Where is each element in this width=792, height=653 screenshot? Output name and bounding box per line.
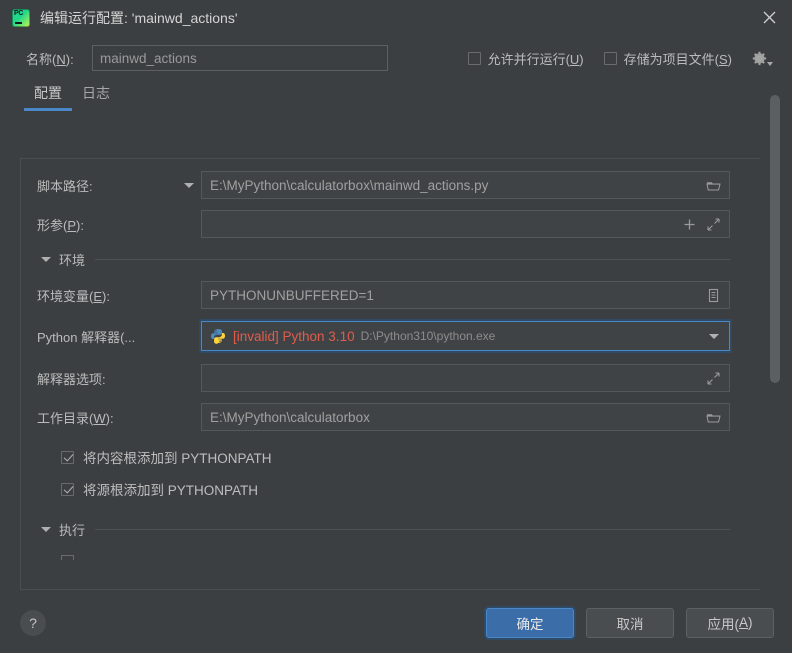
chevron-down-icon[interactable] [705, 327, 723, 345]
add-content-roots-checkbox[interactable]: 将内容根添加到 PYTHONPATH [61, 447, 730, 467]
window-title: 编辑运行配置: 'mainwd_actions' [40, 9, 238, 26]
store-as-project-file-checkbox[interactable]: 存储为项目文件(S) [603, 49, 732, 68]
env-variables-field[interactable]: PYTHONUNBUFFERED=1 [201, 281, 730, 309]
parameters-label: 形参(P): [37, 217, 84, 233]
title-bar: 编辑运行配置: 'mainwd_actions' [0, 0, 792, 35]
interpreter-options-row: 解释器选项: [37, 364, 730, 392]
add-content-roots-label: 将内容根添加到 PYTHONPATH [83, 451, 272, 466]
chevron-down-icon[interactable] [177, 182, 201, 188]
gear-icon[interactable] [752, 49, 773, 67]
section-divider [95, 258, 730, 260]
env-variables-value: PYTHONUNBUFFERED=1 [210, 287, 374, 303]
execution-section-label: 执行 [59, 522, 86, 538]
help-button[interactable]: ? [20, 609, 46, 636]
configuration-panel: 脚本路径: E:\MyPython\calculatorbox\mainwd_a… [20, 158, 760, 590]
checkbox-box [61, 482, 74, 496]
name-label: 名称(N): [26, 51, 74, 67]
close-icon[interactable] [746, 0, 792, 35]
expand-icon[interactable] [704, 369, 722, 387]
chevron-down-icon[interactable] [37, 256, 59, 262]
script-path-row: 脚本路径: E:\MyPython\calculatorbox\mainwd_a… [37, 171, 730, 199]
working-directory-field[interactable]: E:\MyPython\calculatorbox [201, 403, 730, 431]
interpreter-status: [invalid] Python 3.10 [233, 328, 355, 344]
interpreter-combobox[interactable]: [invalid] Python 3.10 D:\Python310\pytho… [201, 321, 730, 351]
script-path-label: 脚本路径: [37, 178, 93, 194]
list-edit-icon[interactable] [704, 286, 722, 304]
apply-button[interactable]: 应用(A) [686, 607, 774, 638]
parameters-row: 形参(P): [37, 210, 730, 238]
ok-button[interactable]: 确定 [486, 607, 574, 638]
execution-section-header[interactable]: 执行 [37, 519, 730, 539]
checkbox-box [61, 450, 74, 464]
add-source-roots-label: 将源根添加到 PYTHONPATH [83, 483, 259, 498]
allow-parallel-run-checkbox[interactable]: 允许并行运行(U) [467, 49, 584, 68]
cancel-button[interactable]: 取消 [586, 607, 674, 638]
script-path-field[interactable]: E:\MyPython\calculatorbox\mainwd_actions… [201, 171, 730, 199]
allow-parallel-run-label: 允许并行运行(U) [487, 51, 584, 67]
interpreter-label: Python 解释器(... [37, 329, 136, 345]
working-directory-value: E:\MyPython\calculatorbox [210, 409, 370, 425]
checkbox-box [467, 51, 481, 65]
expand-icon[interactable] [704, 215, 722, 233]
dialog-footer: ? 确定 取消 应用(A) [0, 592, 792, 653]
interpreter-row: Python 解释器(... [invalid] Python 3.10 D:\… [37, 320, 730, 352]
environment-section-label: 环境 [59, 252, 86, 268]
plus-icon[interactable] [680, 215, 698, 233]
footer-buttons: 确定 取消 应用(A) [486, 607, 774, 638]
script-path-value: E:\MyPython\calculatorbox\mainwd_actions… [210, 177, 489, 193]
parameters-field[interactable] [201, 210, 730, 238]
store-as-project-file-label: 存储为项目文件(S) [623, 51, 732, 67]
env-variables-row: 环境变量(E): PYTHONUNBUFFERED=1 [37, 281, 730, 309]
pycharm-icon [12, 8, 30, 27]
folder-icon[interactable] [704, 176, 722, 194]
interpreter-options-field[interactable] [201, 364, 730, 392]
interpreter-options-label: 解释器选项: [37, 371, 106, 387]
env-variables-label: 环境变量(E): [37, 288, 110, 304]
vertical-scrollbar[interactable] [770, 90, 780, 590]
python-icon [210, 328, 226, 344]
tab-logs[interactable]: 日志 [72, 83, 120, 111]
name-row: 名称(N): 允许并行运行(U) 存储为项目文件(S) [0, 35, 792, 71]
partially-visible-checkbox[interactable] [61, 555, 74, 560]
scrollbar-thumb[interactable] [770, 95, 780, 383]
chevron-down-icon[interactable] [37, 526, 59, 532]
checkbox-box [603, 51, 617, 65]
tab-bar: 配置 日志 [0, 71, 792, 111]
name-row-options: 允许并行运行(U) 存储为项目文件(S) [467, 49, 778, 68]
add-source-roots-checkbox[interactable]: 将源根添加到 PYTHONPATH [61, 479, 730, 499]
environment-section-header[interactable]: 环境 [37, 249, 730, 269]
folder-icon[interactable] [704, 408, 722, 426]
working-directory-label: 工作目录(W): [37, 410, 114, 426]
interpreter-path: D:\Python310\python.exe [360, 329, 496, 343]
working-directory-row: 工作目录(W): E:\MyPython\calculatorbox [37, 403, 730, 431]
section-divider [95, 528, 730, 530]
name-input[interactable] [92, 45, 388, 71]
tab-configuration[interactable]: 配置 [24, 83, 72, 111]
